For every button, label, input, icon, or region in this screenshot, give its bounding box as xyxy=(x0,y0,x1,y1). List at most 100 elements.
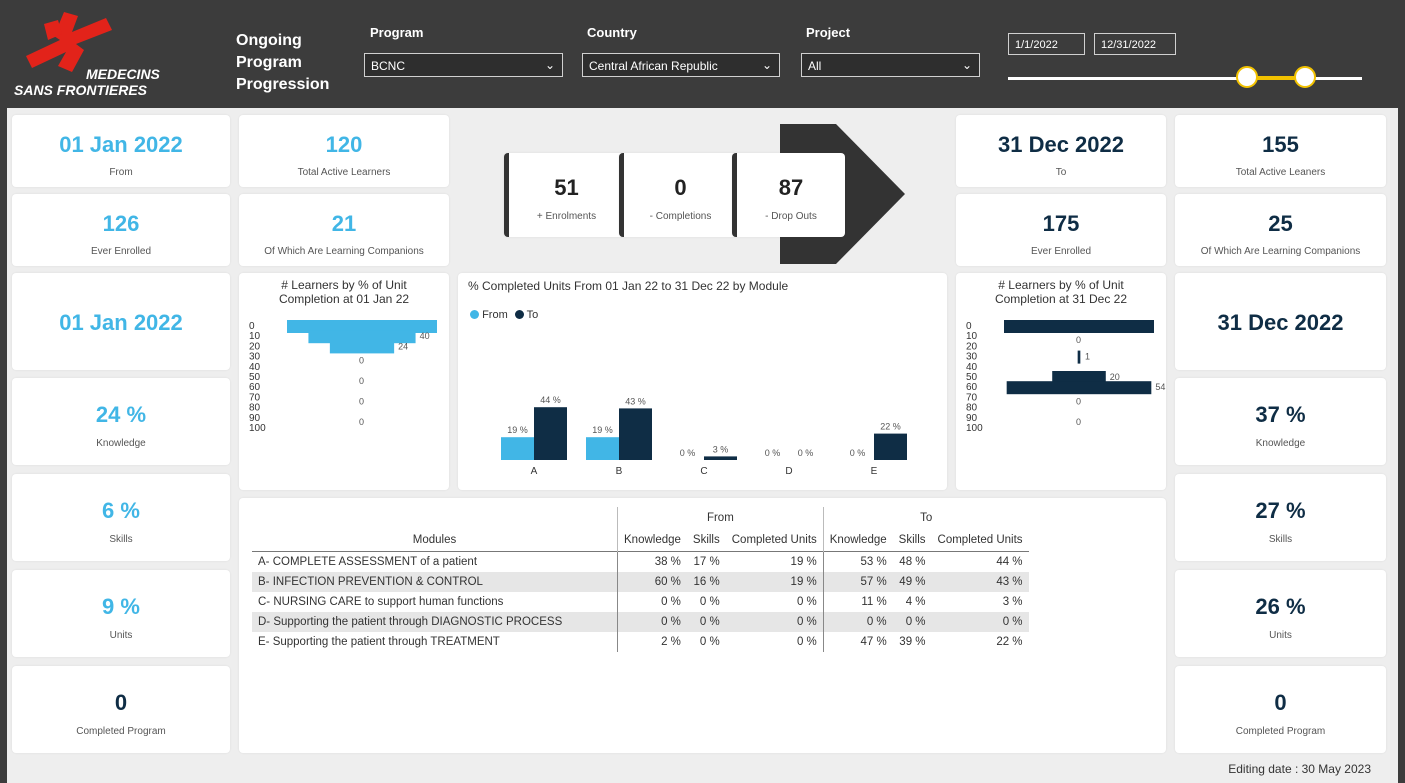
hist-data-label: 0 xyxy=(1076,417,1081,427)
module-x-tick-label: B xyxy=(616,466,623,477)
hist-data-label: 1 xyxy=(1085,352,1090,362)
companions-to-card: 25 Of Which Are Learning Companions xyxy=(1175,194,1386,266)
table-cell: 0 % xyxy=(796,636,817,648)
table-cell: 0 % xyxy=(616,612,687,632)
module-name-cell: A- COMPLETE ASSESSMENT of a patient xyxy=(258,556,478,568)
histogram-to-title: # Learners by % of Unit Completion at 31… xyxy=(994,278,1128,306)
table-cell: 0 % xyxy=(699,596,720,608)
table-cell: 11 % xyxy=(822,592,893,612)
col-header-skills-to[interactable]: Skills xyxy=(893,529,932,552)
module-bar-label: 0 % xyxy=(850,448,866,458)
program-dropdown[interactable]: BCNC ⌄ xyxy=(364,53,563,77)
to-date-value-2: 31 Dec 2022 xyxy=(1217,310,1344,335)
modules-table: From To Modules Knowledge Skills Complet… xyxy=(252,507,1029,652)
enrolments-card: 51 + Enrolments xyxy=(504,153,624,237)
companions-from-value: 21 xyxy=(331,211,357,236)
col-header-units-from[interactable]: Completed Units xyxy=(726,529,824,552)
histogram-to-card: # Learners by % of Unit Completion at 31… xyxy=(956,273,1166,490)
table-cell: 43 % xyxy=(996,576,1023,588)
dropouts-value: 87 xyxy=(778,175,804,200)
header-bar: MEDECINS SANS FRONTIERES Ongoing Program… xyxy=(0,0,1405,108)
histogram-from-plot: 010 4020 2430 04050 06070 08090 0100 xyxy=(249,320,437,434)
table-cell: 22 % xyxy=(996,636,1023,648)
module-bar-from[interactable] xyxy=(501,437,534,460)
table-group-header-blank xyxy=(252,507,618,529)
module-bar-label: 0 % xyxy=(798,448,814,458)
program-filter-label: Program xyxy=(370,25,424,40)
hist-bar[interactable] xyxy=(329,340,395,354)
module-bar-from[interactable] xyxy=(586,437,619,460)
module-chart-plot: 19 % 44 % A 19 % 43 % B 0 % 3 % C 0 % 0 % D 0 % 22 % E xyxy=(501,395,907,477)
completed-program-to-value: 0 xyxy=(1274,690,1287,715)
table-row[interactable]: A- COMPLETE ASSESSMENT of a patient 38 % 1… xyxy=(252,551,1029,572)
hist-data-label: 54 xyxy=(1155,382,1165,392)
total-active-learners-from-label: Total Active Learners xyxy=(297,167,391,178)
ever-enrolled-from-label: Ever Enrolled xyxy=(90,246,152,257)
col-header-knowledge-from[interactable]: Knowledge xyxy=(616,529,687,552)
hist-data-label: 24 xyxy=(398,341,408,351)
completed-program-to-label: Completed Program xyxy=(1235,726,1326,737)
from-date-value: 01 Jan 2022 xyxy=(59,132,183,157)
table-row[interactable]: E- Supporting the patient through TREATM… xyxy=(252,632,1029,652)
module-name-cell: C- NURSING CARE to support human functio… xyxy=(258,596,504,608)
module-bar-to[interactable] xyxy=(704,456,737,460)
country-dropdown[interactable]: Central African Republic ⌄ xyxy=(582,53,780,77)
date-end-input[interactable]: 12/31/2022 xyxy=(1094,33,1176,55)
companions-from-card: 21 Of Which Are Learning Companions xyxy=(239,194,449,266)
report-title-line: Program xyxy=(236,54,302,71)
table-cell: 2 % xyxy=(616,632,687,652)
total-active-learners-to-label: Total Active Leaners xyxy=(1235,167,1326,178)
chevron-down-icon: ⌄ xyxy=(761,58,772,72)
hist-data-label: 0 xyxy=(359,376,364,386)
date-slider-start-handle[interactable] xyxy=(1236,66,1258,88)
module-bar-to[interactable] xyxy=(619,408,652,460)
project-dropdown[interactable]: All ⌄ xyxy=(801,53,980,77)
report-title-line: Progression xyxy=(236,76,330,93)
ever-enrolled-from-card: 126 Ever Enrolled xyxy=(12,194,230,266)
legend-from-dot-icon xyxy=(470,310,479,319)
table-row[interactable]: C- NURSING CARE to support human functio… xyxy=(252,592,1029,612)
hist-y-tick-label: 100 xyxy=(249,423,266,434)
table-row[interactable]: D- Supporting the patient through DIAGNO… xyxy=(252,612,1029,632)
table-row[interactable]: B- INFECTION PREVENTION & CONTROL 60 % 16 … xyxy=(252,572,1029,592)
hist-bar[interactable] xyxy=(1004,320,1154,333)
module-bar-to[interactable] xyxy=(874,433,907,460)
dropouts-card: 87 - Drop Outs xyxy=(732,153,845,237)
hist-data-label: 0 xyxy=(359,356,364,366)
hist-bar[interactable] xyxy=(1077,350,1081,364)
hist-data-label: 0 xyxy=(1076,396,1081,406)
country-filter-label: Country xyxy=(587,25,637,40)
date-slider-end-handle[interactable] xyxy=(1294,66,1316,88)
table-cell: 0 % xyxy=(699,616,720,628)
table-cell: 60 % xyxy=(616,572,687,592)
to-date-card-2: 31 Dec 2022 xyxy=(1175,273,1386,370)
hist-bar[interactable] xyxy=(1006,381,1152,395)
chevron-down-icon: ⌄ xyxy=(961,58,972,72)
hist-data-label: 0 xyxy=(1076,335,1081,345)
date-start-input[interactable]: 1/1/2022 xyxy=(1008,33,1085,55)
histogram-to-plot: 010 02030 14050 2060 5470 08090 0100 xyxy=(966,320,1165,434)
module-bar-label: 22 % xyxy=(880,422,901,432)
table-cell: 38 % xyxy=(616,551,687,572)
to-date-label: To xyxy=(1055,167,1067,178)
module-chart-title: % Completed Units From 01 Jan 22 to 31 D… xyxy=(468,279,789,293)
country-dropdown-value: Central African Republic xyxy=(589,59,718,73)
to-date-card: 31 Dec 2022 To xyxy=(956,115,1166,187)
module-x-tick-label: D xyxy=(785,466,792,477)
module-bar-to[interactable] xyxy=(534,407,567,460)
col-header-skills-from[interactable]: Skills xyxy=(687,529,726,552)
legend-to-label: To xyxy=(526,309,539,321)
program-dropdown-value: BCNC xyxy=(371,59,406,73)
table-cell: 0 % xyxy=(796,616,817,628)
completed-program-from-value: 0 xyxy=(114,690,128,715)
table-cell: 4 % xyxy=(905,596,926,608)
completions-card: 0 - Completions xyxy=(619,153,737,237)
col-header-modules[interactable]: Modules xyxy=(252,529,618,552)
ever-enrolled-to-value: 175 xyxy=(1042,211,1080,236)
col-header-units-to[interactable]: Completed Units xyxy=(932,529,1029,552)
skills-to-card: 27 % Skills xyxy=(1175,474,1386,561)
col-header-knowledge-to[interactable]: Knowledge xyxy=(822,529,893,552)
module-bar-label: 3 % xyxy=(713,444,729,454)
table-cell: 0 % xyxy=(616,592,687,612)
total-active-learners-from-value: 120 xyxy=(325,132,363,157)
